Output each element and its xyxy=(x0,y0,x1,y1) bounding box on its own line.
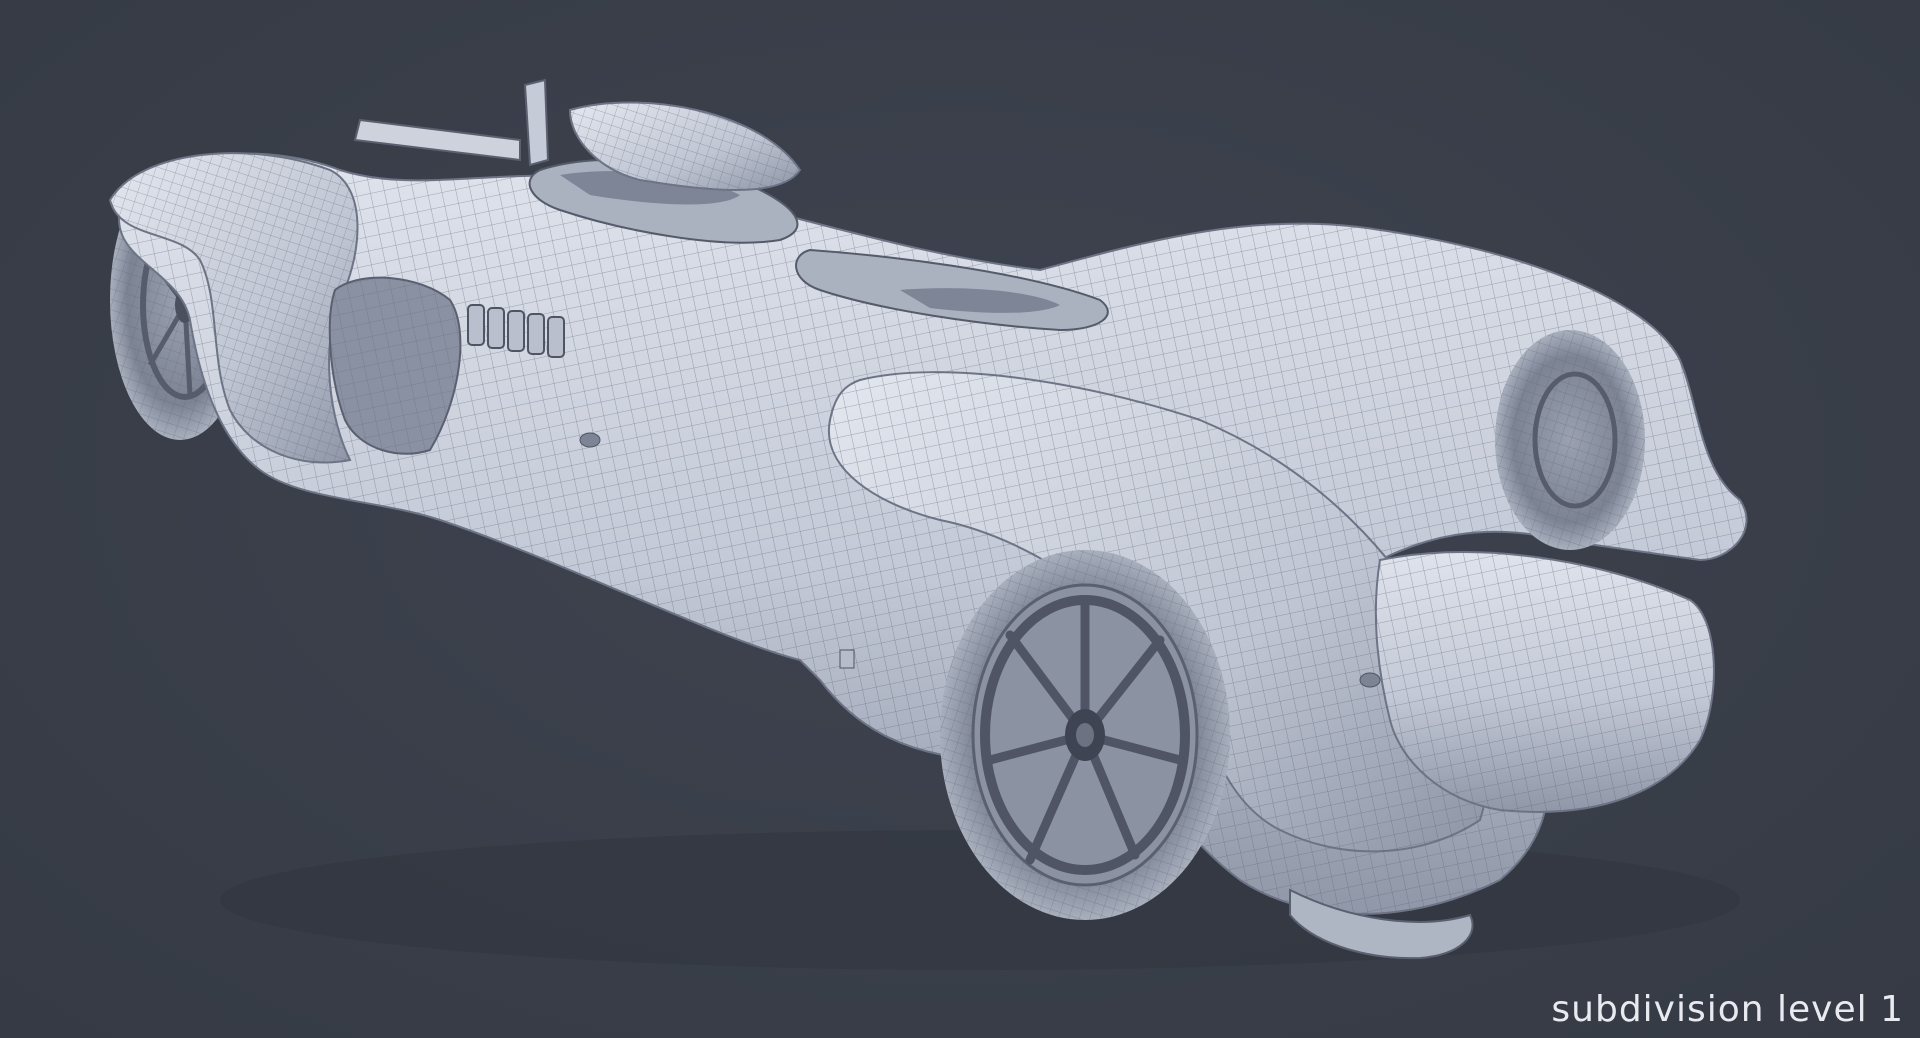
sensor-dot xyxy=(1359,672,1381,688)
side-light xyxy=(839,649,855,669)
render-viewport: subdivision level 1 xyxy=(0,0,1920,1038)
front-wheel xyxy=(940,550,1230,920)
caption-label: subdivision level 1 xyxy=(1551,989,1904,1030)
rear-right-wheel xyxy=(1495,330,1645,550)
fuel-cap xyxy=(579,432,601,448)
car-wireframe-render xyxy=(108,78,1748,970)
